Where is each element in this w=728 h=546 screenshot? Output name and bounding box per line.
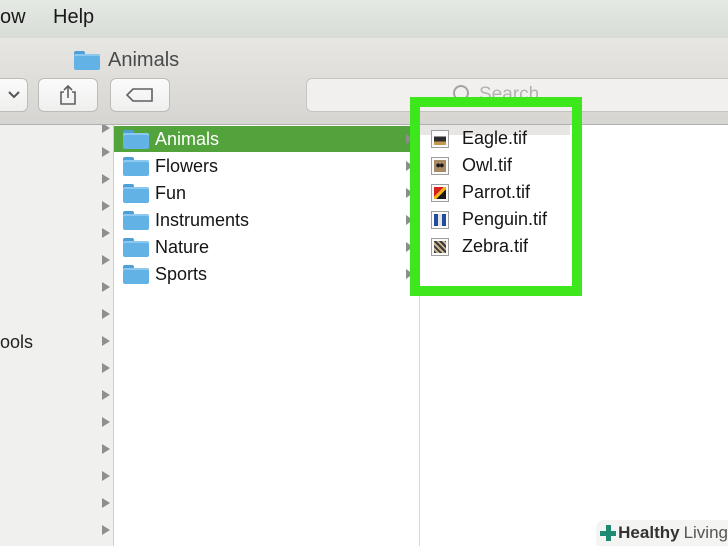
folder-label: Sports: [155, 264, 208, 284]
chevron-right-icon: [406, 215, 413, 225]
chevron-right-icon: [406, 242, 413, 252]
chevron-right-icon: [406, 269, 413, 279]
penguin-thumbnail-icon: [431, 211, 449, 229]
disclosure-arrow-icon[interactable]: [102, 174, 110, 184]
folder-label: Fun: [155, 183, 187, 203]
window-title: Animals: [74, 48, 179, 72]
file-label: Owl.tif: [462, 155, 513, 175]
share-icon: [60, 84, 76, 105]
eagle-thumbnail-icon: [431, 130, 449, 148]
search-field[interactable]: Search: [306, 78, 728, 112]
sidebar: ools: [0, 125, 114, 546]
chevron-right-icon: [406, 188, 413, 198]
search-placeholder: Search: [479, 84, 540, 105]
folder-label: Nature: [155, 237, 210, 257]
watermark-suffix: Living: [683, 523, 728, 542]
folder-label: Instruments: [155, 210, 250, 230]
disclosure-arrow-icon[interactable]: [102, 255, 110, 265]
folder-column: Animals Flowers Fun Instruments Nature S…: [114, 125, 420, 546]
owl-thumbnail-icon: [431, 157, 449, 175]
menu-help[interactable]: Help: [53, 6, 94, 29]
disclosure-arrow-icon[interactable]: [102, 282, 110, 292]
menu-bar: ow Help: [0, 0, 728, 39]
folder-row-animals[interactable]: Animals: [114, 126, 413, 152]
finder-toolbar: Animals Search: [0, 38, 728, 125]
folder-row-fun[interactable]: Fun: [114, 180, 413, 206]
arrange-dropdown-button[interactable]: [0, 78, 28, 112]
search-icon: [453, 85, 469, 101]
disclosure-arrow-icon[interactable]: [102, 147, 110, 157]
sidebar-item-label[interactable]: ools: [0, 332, 33, 353]
chevron-right-icon: [406, 161, 413, 171]
folder-label: Animals: [155, 129, 220, 149]
disclosure-arrow-icon[interactable]: [102, 309, 110, 319]
disclosure-arrow-icon[interactable]: [102, 125, 110, 133]
disclosure-arrow-icon[interactable]: [102, 363, 110, 373]
folder-icon: [123, 265, 149, 284]
tag-icon: [126, 88, 153, 102]
menu-window[interactable]: ow: [0, 6, 26, 29]
zebra-thumbnail-icon: [431, 238, 449, 256]
folder-icon: [123, 238, 149, 257]
disclosure-arrow-icon[interactable]: [102, 228, 110, 238]
disclosure-arrow-icon[interactable]: [102, 525, 110, 535]
folder-icon: [123, 184, 149, 203]
folder-row-sports[interactable]: Sports: [114, 261, 413, 287]
window-title-label: Animals: [108, 48, 180, 71]
file-label: Zebra.tif: [462, 236, 529, 256]
folder-icon: [123, 130, 149, 149]
tags-button[interactable]: [110, 78, 170, 112]
disclosure-arrow-icon[interactable]: [102, 390, 110, 400]
watermark-brand: Healthy: [618, 523, 680, 542]
share-button[interactable]: [38, 78, 98, 112]
folder-row-nature[interactable]: Nature: [114, 234, 413, 260]
file-label: Eagle.tif: [462, 128, 528, 148]
parrot-thumbnail-icon: [431, 184, 449, 202]
disclosure-arrow-icon[interactable]: [102, 201, 110, 211]
disclosure-arrow-icon[interactable]: [102, 471, 110, 481]
folder-icon: [123, 211, 149, 230]
folder-label: Flowers: [155, 156, 219, 176]
file-label: Parrot.tif: [462, 182, 531, 202]
plus-icon: [600, 525, 617, 541]
folder-icon: [123, 157, 149, 176]
chevron-right-icon: [406, 134, 413, 144]
disclosure-arrow-icon[interactable]: [102, 336, 110, 346]
watermark-logo: Healthy Living: [596, 520, 728, 546]
folder-icon: [74, 50, 100, 70]
folder-row-instruments[interactable]: Instruments: [114, 207, 413, 233]
file-label: Penguin.tif: [462, 209, 548, 229]
folder-row-flowers[interactable]: Flowers: [114, 153, 413, 179]
disclosure-arrow-icon[interactable]: [102, 444, 110, 454]
disclosure-arrow-icon[interactable]: [102, 417, 110, 427]
chevron-down-icon: [8, 91, 20, 99]
disclosure-arrow-icon[interactable]: [102, 498, 110, 508]
